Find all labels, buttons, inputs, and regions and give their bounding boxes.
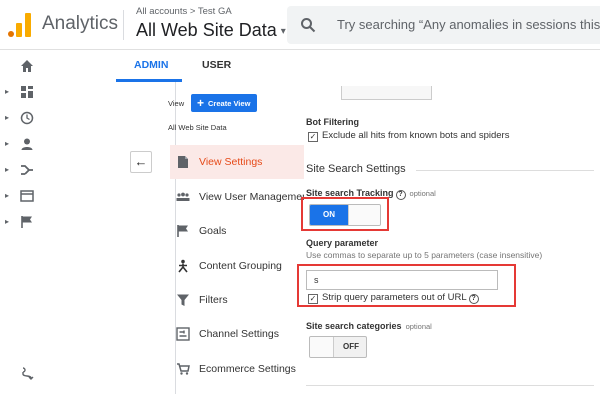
tab-admin[interactable]: ADMIN bbox=[134, 59, 168, 71]
nav-audience[interactable]: ▸ bbox=[0, 131, 48, 157]
bottom-divider bbox=[306, 385, 594, 386]
nav-customization[interactable]: ▸ bbox=[0, 79, 48, 105]
home-icon bbox=[21, 60, 33, 72]
people-icon bbox=[176, 192, 190, 201]
nav-home[interactable] bbox=[0, 53, 48, 79]
nav-discover[interactable] bbox=[0, 360, 48, 386]
cart-icon bbox=[177, 363, 190, 375]
expand-arrow-icon: ▸ bbox=[5, 191, 10, 200]
top-bar: Analytics All accounts > Test GA All Web… bbox=[0, 0, 600, 50]
bot-filtering-label: Exclude all hits from known bots and spi… bbox=[322, 130, 510, 141]
categories-label-text: Site search categories bbox=[306, 321, 402, 331]
view-column: View + Create View All Web Site Data ← V… bbox=[98, 82, 338, 394]
menu-label: Channel Settings bbox=[199, 328, 279, 340]
expand-arrow-icon: ▸ bbox=[5, 165, 10, 174]
expand-arrow-icon: ▸ bbox=[5, 139, 10, 148]
expand-arrow-icon: ▸ bbox=[5, 217, 10, 226]
nav-behavior[interactable]: ▸ bbox=[0, 183, 48, 209]
highlight-box-query-parameter bbox=[297, 264, 516, 307]
menu-label: View User Management bbox=[199, 191, 311, 203]
header-divider bbox=[123, 10, 124, 40]
section-divider bbox=[416, 170, 594, 171]
section-title-site-search: Site Search Settings bbox=[306, 163, 406, 175]
discover-icon bbox=[22, 367, 34, 380]
search-icon bbox=[301, 18, 316, 33]
toggle-knob bbox=[310, 337, 334, 357]
admin-content: View + Create View All Web Site Data ← V… bbox=[48, 82, 600, 394]
left-nav: ▸ ▸ ▸ ▸ ▸ ▸ bbox=[0, 50, 48, 394]
search-input[interactable]: Try searching “Any anomalies in sessions… bbox=[287, 6, 600, 44]
search-placeholder: Try searching “Any anomalies in sessions… bbox=[337, 17, 600, 32]
goal-flag-icon bbox=[177, 225, 188, 237]
menu-label: View Settings bbox=[199, 156, 263, 168]
flag-icon bbox=[21, 216, 32, 228]
admin-tabs: ADMIN USER bbox=[48, 50, 600, 82]
view-selected-name[interactable]: All Web Site Data bbox=[168, 123, 227, 132]
menu-label: Content Grouping bbox=[199, 260, 282, 272]
plus-icon: + bbox=[197, 96, 205, 110]
view-selector-label: All Web Site Data bbox=[136, 20, 277, 40]
bot-filtering-title: Bot Filtering bbox=[306, 117, 359, 127]
dashboard-icon bbox=[21, 86, 33, 98]
view-settings-panel: Bot Filtering ✓ Exclude all hits from kno… bbox=[297, 82, 600, 394]
document-icon bbox=[178, 156, 188, 168]
menu-label: Ecommerce Settings bbox=[199, 363, 296, 375]
site-search-categories-toggle[interactable]: OFF bbox=[309, 336, 367, 358]
tab-user[interactable]: USER bbox=[202, 59, 231, 71]
chevron-down-icon: ▾ bbox=[280, 25, 286, 37]
query-parameter-hint: Use commas to separate up to 5 parameter… bbox=[306, 250, 543, 260]
dropdown-stub[interactable] bbox=[341, 86, 432, 100]
content-grouping-icon bbox=[178, 259, 188, 273]
behavior-icon bbox=[20, 190, 34, 202]
query-parameter-title: Query parameter bbox=[306, 238, 379, 248]
site-search-categories-label: Site search categories optional bbox=[306, 321, 432, 331]
optional-label: optional bbox=[409, 189, 436, 198]
breadcrumb[interactable]: All accounts > Test GA bbox=[136, 6, 232, 17]
bot-filtering-checkbox[interactable]: ✓ bbox=[308, 132, 318, 142]
create-view-label: Create View bbox=[208, 98, 251, 108]
create-view-button[interactable]: + Create View bbox=[191, 94, 258, 112]
help-icon[interactable]: ? bbox=[395, 190, 406, 200]
menu-label: Filters bbox=[199, 294, 228, 306]
menu-label: Goals bbox=[199, 225, 227, 237]
app-title: Analytics bbox=[42, 13, 119, 34]
expand-arrow-icon: ▸ bbox=[5, 87, 10, 96]
optional-label: optional bbox=[405, 322, 432, 331]
view-selector[interactable]: All Web Site Data ▾ bbox=[136, 20, 286, 41]
person-icon bbox=[21, 138, 33, 150]
view-label: View bbox=[168, 99, 185, 108]
analytics-logo-icon[interactable] bbox=[8, 13, 32, 37]
toggle-off-label: OFF bbox=[343, 342, 359, 351]
back-arrow-button[interactable]: ← bbox=[130, 151, 152, 173]
nav-realtime[interactable]: ▸ bbox=[0, 105, 48, 131]
highlight-box-tracking bbox=[301, 197, 389, 231]
clock-icon bbox=[20, 111, 34, 125]
channel-settings-icon bbox=[176, 327, 190, 341]
expand-arrow-icon: ▸ bbox=[5, 113, 10, 122]
filter-icon bbox=[177, 294, 189, 306]
nav-acquisition[interactable]: ▸ bbox=[0, 157, 48, 183]
bot-filtering-option[interactable]: ✓ Exclude all hits from known bots and sp… bbox=[308, 130, 509, 142]
acquisition-icon bbox=[21, 165, 33, 175]
nav-conversions[interactable]: ▸ bbox=[0, 209, 48, 235]
